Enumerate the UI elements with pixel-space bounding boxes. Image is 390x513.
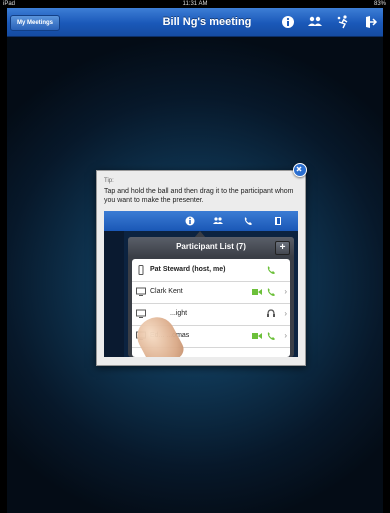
headset-icon [267,309,275,317]
status-bar: iPad 11:31 AM 83% [0,0,390,8]
tip-label: Tip: [104,178,114,184]
pass-ball-icon[interactable] [334,13,352,31]
participants-icon [213,217,223,224]
close-tip-button[interactable] [293,163,307,177]
participant-name: ...ight [170,310,188,317]
video-icon [252,289,262,295]
participant-row: Clark Kent › [132,281,290,304]
phone-device-icon [138,265,144,275]
leave-icon[interactable] [361,13,379,31]
add-participant-button: + [275,241,290,255]
phone-icon [244,217,252,225]
battery-level: 83% [373,1,386,7]
tip-illustration: Participant List (7) + Pat Steward (host… [104,211,298,357]
tip-text: Tap and hold the ball and then drag it t… [104,188,294,204]
tip-popup: Tip: Tap and hold the ball and then drag… [96,163,307,366]
chevron-right-icon: › [284,287,287,296]
close-icon [296,166,302,172]
computer-device-icon [136,287,146,296]
chevron-right-icon: › [284,331,287,340]
participant-name: Pat Steward (host, me) [150,266,226,273]
clock: 11:31 AM [182,1,208,7]
participant-name: Clark Kent [150,288,183,295]
computer-device-icon [136,309,146,318]
illustration-toolbar [104,211,298,231]
participant-list-title: Participant List (7) [128,237,294,257]
participant-row: Pat Steward (host, me) [132,259,290,282]
my-meetings-button[interactable]: My Meetings [10,15,61,31]
phone-icon [267,288,275,296]
illustration-sidebar [104,231,124,357]
left-frame [0,0,7,513]
chevron-right-icon: › [284,309,287,318]
participants-icon[interactable] [306,13,324,31]
info-icon [185,216,195,226]
exit-icon [275,217,281,225]
right-frame [383,0,390,513]
navigation-bar: My Meetings Bill Ng's meeting [7,8,383,37]
info-icon[interactable] [279,13,297,31]
meeting-title: Bill Ng's meeting [162,16,252,28]
phone-icon [267,266,275,274]
video-icon [252,333,262,339]
phone-icon [267,332,275,340]
